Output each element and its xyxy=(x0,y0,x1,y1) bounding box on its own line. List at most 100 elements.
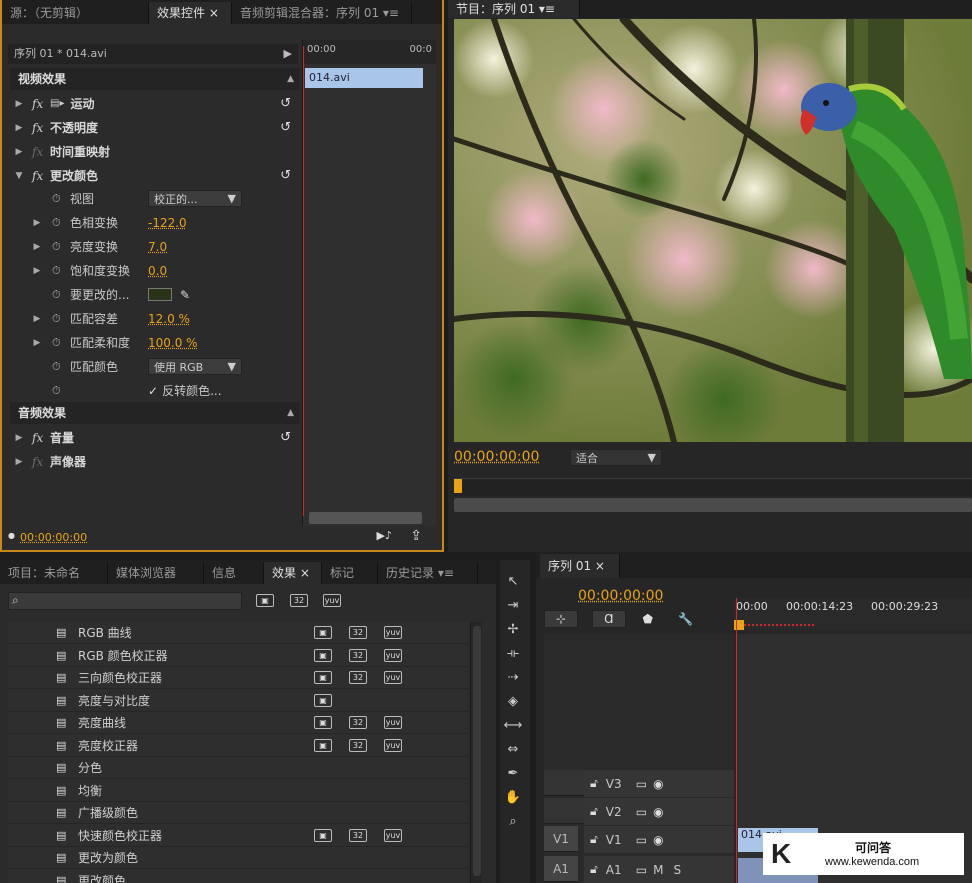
rate-stretch-tool-icon[interactable]: ⇢ xyxy=(500,668,526,688)
stopwatch-icon[interactable]: ⏱ xyxy=(52,312,64,326)
stopwatch-icon[interactable]: ⏱ xyxy=(52,264,64,278)
effect-panner[interactable]: ▶ fx 声像器 xyxy=(14,450,299,473)
eye-icon[interactable]: ◉ xyxy=(653,833,663,847)
lightness-value[interactable]: 7.0 xyxy=(148,240,167,254)
effect-list-item[interactable]: ▤ RGB 曲线 ▣ 32 yuv xyxy=(8,622,468,644)
program-time-ruler[interactable] xyxy=(454,478,972,496)
32bit-filter-icon[interactable]: 32 xyxy=(290,594,308,607)
wrench-icon[interactable]: 🔧 xyxy=(673,612,697,626)
effect-list-item[interactable]: ▤ 均衡 xyxy=(8,780,468,802)
play-audio-icon[interactable]: ▶♪ xyxy=(377,529,392,542)
effect-list-item[interactable]: ▤ 亮度曲线 ▣ 32 yuv xyxy=(8,712,468,734)
reset-icon[interactable]: ↺ xyxy=(280,430,291,445)
fit-dropdown[interactable]: 适合 ▼ xyxy=(570,449,662,466)
view-dropdown[interactable]: 校正的... ▼ xyxy=(148,190,242,207)
solo-button[interactable]: S xyxy=(673,863,681,877)
toggle-output-icon[interactable]: ▭ xyxy=(636,863,647,877)
add-marker-icon[interactable]: ⬟ xyxy=(636,612,660,626)
tab-program[interactable]: 节目：序列 01 ▾≡ xyxy=(448,0,580,18)
slide-tool-icon[interactable]: ⇔ xyxy=(500,740,526,760)
tab-source[interactable]: 源：（无剪辑） xyxy=(2,2,149,24)
snap-icon[interactable]: ⊹ xyxy=(544,610,578,628)
stopwatch-icon[interactable]: ⏱ xyxy=(52,216,64,230)
hand-tool-icon[interactable]: ✋ xyxy=(500,788,526,808)
ripple-edit-tool-icon[interactable]: ✢ xyxy=(500,620,526,640)
color-swatch[interactable] xyxy=(148,288,172,301)
saturation-value[interactable]: 0.0 xyxy=(148,264,167,278)
softness-value[interactable]: 100.0 % xyxy=(148,336,198,350)
effect-list-item[interactable]: ▤ 分色 xyxy=(8,757,468,779)
tab-effect-controls[interactable]: 效果控件 × xyxy=(149,2,232,24)
tab-effects[interactable]: 效果 × xyxy=(264,562,322,584)
zoom-tool-icon[interactable]: ⌕ xyxy=(500,812,526,832)
razor-tool-icon[interactable]: ◈ xyxy=(500,692,526,712)
yuv-filter-icon[interactable]: yuv xyxy=(323,594,341,607)
tab-info[interactable]: 信息 xyxy=(204,562,264,584)
program-timecode[interactable]: 00:00:00:00 xyxy=(454,449,539,465)
effect-list-item[interactable]: ▤ RGB 颜色校正器 ▣ 32 yuv xyxy=(8,645,468,667)
toggle-output-icon[interactable]: ▭ xyxy=(636,805,647,819)
effect-volume[interactable]: ▶ fx 音量 ↺ xyxy=(14,426,299,449)
reset-icon[interactable]: ↺ xyxy=(280,168,291,183)
stopwatch-icon[interactable]: ⏱ xyxy=(52,336,64,350)
lock-icon[interactable]: 🔓︎ xyxy=(590,862,598,877)
effect-motion[interactable]: ▶ fx ▤▸ 运动 ↺ xyxy=(14,92,299,115)
pen-tool-icon[interactable]: ✒ xyxy=(500,764,526,784)
mute-button[interactable]: M xyxy=(653,863,663,877)
effect-change-color[interactable]: ▼ fx 更改颜色 ↺ xyxy=(14,164,299,187)
playhead-line[interactable] xyxy=(303,46,304,516)
tab-history[interactable]: 历史记录 ▾≡ xyxy=(378,562,478,584)
effect-opacity[interactable]: ▶ fx 不透明度 ↺ xyxy=(14,116,299,139)
effect-list-item[interactable]: ▤ 更改颜色 xyxy=(8,870,468,883)
src-v1-button[interactable]: V1 xyxy=(544,826,578,852)
tab-media-browser[interactable]: 媒体浏览器 xyxy=(108,562,204,584)
lock-icon[interactable]: 🔓︎ xyxy=(590,776,598,791)
slip-tool-icon[interactable]: ⟷ xyxy=(500,716,526,736)
eye-icon[interactable]: ◉ xyxy=(653,777,663,791)
toggle-output-icon[interactable]: ▭ xyxy=(636,777,647,791)
effects-scrollbar[interactable] xyxy=(470,622,482,883)
stopwatch-icon[interactable]: ⏱ xyxy=(52,360,64,374)
effect-list-item[interactable]: ▤ 广播级颜色 xyxy=(8,802,468,824)
program-zoom-bar[interactable] xyxy=(454,498,972,512)
mini-scrollbar[interactable] xyxy=(309,512,422,524)
effect-list-item[interactable]: ▤ 亮度与对比度 ▣ xyxy=(8,690,468,712)
tab-markers[interactable]: 标记 xyxy=(322,562,378,584)
effect-list-item[interactable]: ▤ 更改为颜色 xyxy=(8,847,468,869)
export-icon[interactable]: ⇪ xyxy=(410,528,422,544)
timeline-playhead[interactable] xyxy=(736,598,737,883)
linked-selection-icon[interactable]: Ɑ xyxy=(591,610,626,628)
hue-value[interactable]: -122.0 xyxy=(148,216,187,230)
timeline-ruler[interactable]: 00:00 00:00:14:23 00:00:29:23 xyxy=(734,598,972,630)
track-select-tool-icon[interactable]: ⇥ xyxy=(500,596,526,616)
src-a1-button[interactable]: A1 xyxy=(544,856,578,882)
tab-sequence[interactable]: 序列 01 × xyxy=(540,554,620,578)
stopwatch-icon[interactable]: ⏱ xyxy=(52,192,64,206)
tolerance-value[interactable]: 12.0 % xyxy=(148,312,190,326)
clip-bar[interactable]: 014.avi xyxy=(305,68,423,88)
timeline-timecode[interactable]: 00:00:00:00 xyxy=(578,588,663,604)
stopwatch-icon[interactable]: ⏱ xyxy=(52,384,64,398)
accelerated-filter-icon[interactable]: ▣ xyxy=(256,594,274,607)
effect-time-remap[interactable]: ▶ fx 时间重映射 xyxy=(14,140,299,163)
ec-timecode[interactable]: 00:00:00:00 xyxy=(20,531,87,544)
effect-list-item[interactable]: ▤ 快速颜色校正器 ▣ 32 yuv xyxy=(8,825,468,847)
match-dropdown[interactable]: 使用 RGB ▼ xyxy=(148,358,242,375)
rolling-edit-tool-icon[interactable]: ⟛ xyxy=(500,644,526,664)
lock-icon[interactable]: 🔓︎ xyxy=(590,804,598,819)
stopwatch-icon[interactable]: ⏱ xyxy=(52,288,64,302)
video-frame[interactable] xyxy=(454,19,972,442)
eye-icon[interactable]: ◉ xyxy=(653,805,663,819)
reset-icon[interactable]: ↺ xyxy=(280,120,291,135)
eyedropper-icon[interactable]: ✎ xyxy=(180,288,190,302)
invert-checkbox[interactable]: ✓ xyxy=(148,384,158,398)
tab-project[interactable]: 项目：未命名 xyxy=(0,562,108,584)
effects-search-input[interactable]: ⌕ xyxy=(8,592,242,610)
selection-tool-icon[interactable]: ↖ xyxy=(500,572,526,592)
effect-list-item[interactable]: ▤ 三向颜色校正器 ▣ 32 yuv xyxy=(8,667,468,689)
effect-list-item[interactable]: ▤ 亮度校正器 ▣ 32 yuv xyxy=(8,735,468,757)
tab-audio-clip-mixer[interactable]: 音频剪辑混合器：序列 01 ▾≡ xyxy=(232,2,412,24)
reset-icon[interactable]: ↺ xyxy=(280,96,291,111)
stopwatch-icon[interactable]: ⏱ xyxy=(52,240,64,254)
toggle-output-icon[interactable]: ▭ xyxy=(636,833,647,847)
